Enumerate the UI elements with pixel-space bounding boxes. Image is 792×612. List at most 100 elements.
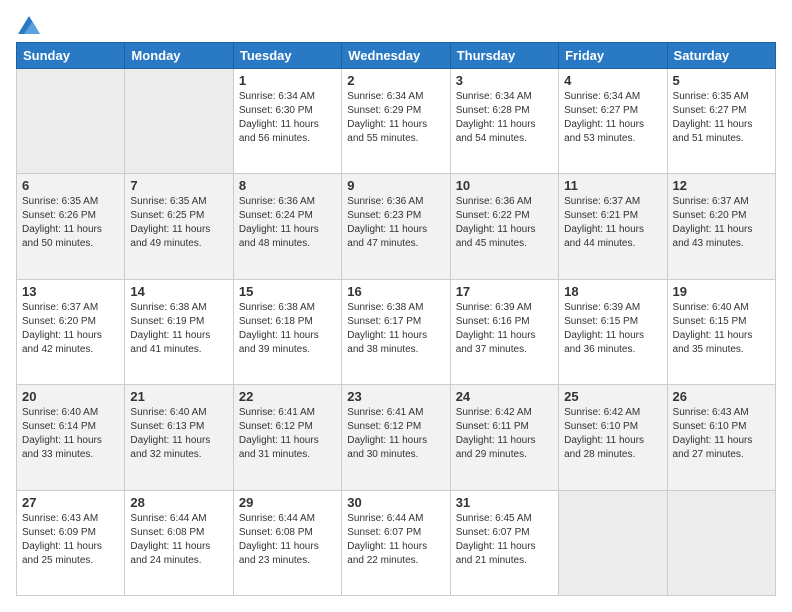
day-of-week-wednesday: Wednesday <box>342 43 450 69</box>
header <box>16 16 776 32</box>
day-number: 8 <box>239 178 336 193</box>
day-number: 24 <box>456 389 553 404</box>
day-number: 22 <box>239 389 336 404</box>
day-detail: Sunrise: 6:39 AMSunset: 6:15 PMDaylight:… <box>564 301 661 357</box>
day-detail: Sunrise: 6:36 AMSunset: 6:22 PMDaylight:… <box>456 195 553 251</box>
week-row-3: 13 Sunrise: 6:37 AMSunset: 6:20 PMDayligh… <box>17 279 776 384</box>
day-of-week-friday: Friday <box>559 43 667 69</box>
day-detail: Sunrise: 6:37 AMSunset: 6:20 PMDaylight:… <box>673 195 770 251</box>
day-of-week-monday: Monday <box>125 43 233 69</box>
calendar-cell: 1 Sunrise: 6:34 AMSunset: 6:30 PMDaylight… <box>233 69 341 174</box>
calendar-cell: 23 Sunrise: 6:41 AMSunset: 6:12 PMDayligh… <box>342 385 450 490</box>
day-detail: Sunrise: 6:41 AMSunset: 6:12 PMDaylight:… <box>347 406 444 462</box>
day-number: 17 <box>456 284 553 299</box>
day-detail: Sunrise: 6:35 AMSunset: 6:27 PMDaylight:… <box>673 90 770 146</box>
calendar-cell: 6 Sunrise: 6:35 AMSunset: 6:26 PMDaylight… <box>17 174 125 279</box>
day-detail: Sunrise: 6:40 AMSunset: 6:13 PMDaylight:… <box>130 406 227 462</box>
calendar-cell: 13 Sunrise: 6:37 AMSunset: 6:20 PMDayligh… <box>17 279 125 384</box>
calendar-cell: 14 Sunrise: 6:38 AMSunset: 6:19 PMDayligh… <box>125 279 233 384</box>
calendar: SundayMondayTuesdayWednesdayThursdayFrid… <box>16 42 776 596</box>
day-detail: Sunrise: 6:38 AMSunset: 6:17 PMDaylight:… <box>347 301 444 357</box>
day-detail: Sunrise: 6:36 AMSunset: 6:23 PMDaylight:… <box>347 195 444 251</box>
calendar-cell: 31 Sunrise: 6:45 AMSunset: 6:07 PMDayligh… <box>450 490 558 595</box>
day-detail: Sunrise: 6:39 AMSunset: 6:16 PMDaylight:… <box>456 301 553 357</box>
day-number: 28 <box>130 495 227 510</box>
day-number: 15 <box>239 284 336 299</box>
day-detail: Sunrise: 6:36 AMSunset: 6:24 PMDaylight:… <box>239 195 336 251</box>
day-number: 1 <box>239 73 336 88</box>
day-number: 25 <box>564 389 661 404</box>
calendar-cell: 30 Sunrise: 6:44 AMSunset: 6:07 PMDayligh… <box>342 490 450 595</box>
day-detail: Sunrise: 6:44 AMSunset: 6:07 PMDaylight:… <box>347 512 444 568</box>
page: SundayMondayTuesdayWednesdayThursdayFrid… <box>0 0 792 612</box>
day-number: 31 <box>456 495 553 510</box>
day-number: 6 <box>22 178 119 193</box>
day-number: 2 <box>347 73 444 88</box>
calendar-cell: 25 Sunrise: 6:42 AMSunset: 6:10 PMDayligh… <box>559 385 667 490</box>
day-detail: Sunrise: 6:42 AMSunset: 6:10 PMDaylight:… <box>564 406 661 462</box>
day-number: 10 <box>456 178 553 193</box>
day-number: 29 <box>239 495 336 510</box>
day-detail: Sunrise: 6:35 AMSunset: 6:26 PMDaylight:… <box>22 195 119 251</box>
logo <box>16 16 40 32</box>
calendar-cell: 16 Sunrise: 6:38 AMSunset: 6:17 PMDayligh… <box>342 279 450 384</box>
calendar-cell: 27 Sunrise: 6:43 AMSunset: 6:09 PMDayligh… <box>17 490 125 595</box>
day-number: 23 <box>347 389 444 404</box>
day-number: 5 <box>673 73 770 88</box>
calendar-cell: 19 Sunrise: 6:40 AMSunset: 6:15 PMDayligh… <box>667 279 775 384</box>
day-detail: Sunrise: 6:38 AMSunset: 6:19 PMDaylight:… <box>130 301 227 357</box>
calendar-cell: 24 Sunrise: 6:42 AMSunset: 6:11 PMDayligh… <box>450 385 558 490</box>
calendar-cell: 11Sunrise: 6:37 AMSunset: 6:21 PMDayligh… <box>559 174 667 279</box>
day-number: 11 <box>564 178 661 193</box>
calendar-cell: 10 Sunrise: 6:36 AMSunset: 6:22 PMDayligh… <box>450 174 558 279</box>
day-detail: Sunrise: 6:44 AMSunset: 6:08 PMDaylight:… <box>239 512 336 568</box>
week-row-5: 27 Sunrise: 6:43 AMSunset: 6:09 PMDayligh… <box>17 490 776 595</box>
calendar-cell: 8 Sunrise: 6:36 AMSunset: 6:24 PMDaylight… <box>233 174 341 279</box>
day-detail: Sunrise: 6:43 AMSunset: 6:09 PMDaylight:… <box>22 512 119 568</box>
calendar-cell: 28 Sunrise: 6:44 AMSunset: 6:08 PMDayligh… <box>125 490 233 595</box>
calendar-cell: 18 Sunrise: 6:39 AMSunset: 6:15 PMDayligh… <box>559 279 667 384</box>
calendar-cell: 2Sunrise: 6:34 AMSunset: 6:29 PMDaylight… <box>342 69 450 174</box>
day-number: 27 <box>22 495 119 510</box>
day-number: 9 <box>347 178 444 193</box>
day-detail: Sunrise: 6:38 AMSunset: 6:18 PMDaylight:… <box>239 301 336 357</box>
day-detail: Sunrise: 6:40 AMSunset: 6:15 PMDaylight:… <box>673 301 770 357</box>
calendar-cell: 3 Sunrise: 6:34 AMSunset: 6:28 PMDaylight… <box>450 69 558 174</box>
calendar-cell: 15 Sunrise: 6:38 AMSunset: 6:18 PMDayligh… <box>233 279 341 384</box>
day-detail: Sunrise: 6:34 AMSunset: 6:27 PMDaylight:… <box>564 90 661 146</box>
day-detail: Sunrise: 6:42 AMSunset: 6:11 PMDaylight:… <box>456 406 553 462</box>
calendar-cell: 21Sunrise: 6:40 AMSunset: 6:13 PMDayligh… <box>125 385 233 490</box>
day-number: 3 <box>456 73 553 88</box>
calendar-cell <box>17 69 125 174</box>
day-of-week-thursday: Thursday <box>450 43 558 69</box>
day-number: 19 <box>673 284 770 299</box>
calendar-cell: 7Sunrise: 6:35 AMSunset: 6:25 PMDaylight… <box>125 174 233 279</box>
day-detail: Sunrise: 6:37 AMSunset: 6:20 PMDaylight:… <box>22 301 119 357</box>
day-number: 4 <box>564 73 661 88</box>
day-number: 20 <box>22 389 119 404</box>
day-number: 14 <box>130 284 227 299</box>
week-row-4: 20 Sunrise: 6:40 AMSunset: 6:14 PMDayligh… <box>17 385 776 490</box>
day-detail: Sunrise: 6:35 AMSunset: 6:25 PMDaylight:… <box>130 195 227 251</box>
day-number: 30 <box>347 495 444 510</box>
calendar-cell: 20 Sunrise: 6:40 AMSunset: 6:14 PMDayligh… <box>17 385 125 490</box>
day-detail: Sunrise: 6:34 AMSunset: 6:28 PMDaylight:… <box>456 90 553 146</box>
calendar-cell <box>559 490 667 595</box>
logo-icon <box>18 16 40 34</box>
calendar-cell: 12Sunrise: 6:37 AMSunset: 6:20 PMDayligh… <box>667 174 775 279</box>
week-row-2: 6 Sunrise: 6:35 AMSunset: 6:26 PMDaylight… <box>17 174 776 279</box>
day-detail: Sunrise: 6:45 AMSunset: 6:07 PMDaylight:… <box>456 512 553 568</box>
day-detail: Sunrise: 6:40 AMSunset: 6:14 PMDaylight:… <box>22 406 119 462</box>
day-of-week-saturday: Saturday <box>667 43 775 69</box>
calendar-cell: 29 Sunrise: 6:44 AMSunset: 6:08 PMDayligh… <box>233 490 341 595</box>
day-detail: Sunrise: 6:34 AMSunset: 6:30 PMDaylight:… <box>239 90 336 146</box>
calendar-cell: 17 Sunrise: 6:39 AMSunset: 6:16 PMDayligh… <box>450 279 558 384</box>
calendar-cell: 22Sunrise: 6:41 AMSunset: 6:12 PMDayligh… <box>233 385 341 490</box>
calendar-cell: 9 Sunrise: 6:36 AMSunset: 6:23 PMDaylight… <box>342 174 450 279</box>
day-number: 16 <box>347 284 444 299</box>
calendar-cell: 4 Sunrise: 6:34 AMSunset: 6:27 PMDaylight… <box>559 69 667 174</box>
day-number: 13 <box>22 284 119 299</box>
day-number: 18 <box>564 284 661 299</box>
day-number: 26 <box>673 389 770 404</box>
day-detail: Sunrise: 6:44 AMSunset: 6:08 PMDaylight:… <box>130 512 227 568</box>
